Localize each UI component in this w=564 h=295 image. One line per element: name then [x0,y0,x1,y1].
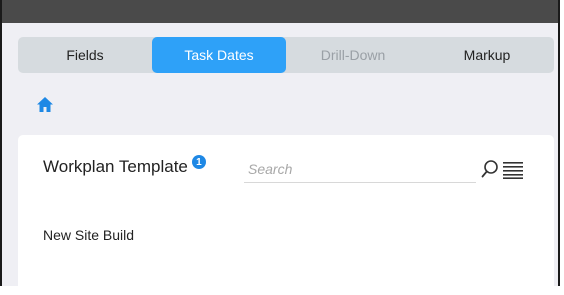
list-menu-icon[interactable] [502,161,524,179]
panel-title: Workplan Template 1 [43,155,206,177]
search-icon[interactable] [481,159,499,179]
tab-bar: Fields Task Dates Drill-Down Markup [18,37,554,73]
tab-drill-down[interactable]: Drill-Down [286,37,420,73]
search-input[interactable] [244,155,476,183]
tab-task-dates[interactable]: Task Dates [152,37,286,73]
top-bar [2,0,558,23]
tab-markup[interactable]: Markup [420,37,554,73]
tab-fields[interactable]: Fields [18,37,152,73]
count-badge: 1 [191,155,206,169]
panel-title-text: Workplan Template [43,157,188,176]
home-icon[interactable] [36,96,54,113]
app-frame: Fields Task Dates Drill-Down Markup Work… [0,0,560,295]
workplan-panel: Workplan Template 1 New Site Build [18,135,554,295]
list-item[interactable]: New Site Build [43,227,134,243]
